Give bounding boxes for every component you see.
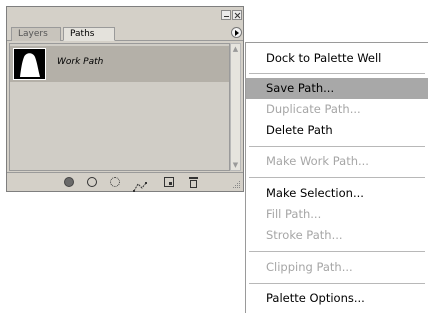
resize-grip-icon[interactable] — [231, 179, 241, 189]
trash-icon[interactable] — [189, 177, 198, 188]
menu-item-delete-path[interactable]: Delete Path — [246, 120, 428, 141]
menu-item-dock-to-palette-well[interactable]: Dock to Palette Well — [246, 48, 428, 69]
palette-menu-arrow-icon[interactable] — [231, 27, 242, 38]
menu-item-duplicate-path: Duplicate Path... — [266, 102, 361, 116]
scroll-up-icon[interactable]: ▲ — [232, 45, 239, 53]
paths-list: Work Path — [9, 43, 230, 171]
paths-palette: Layers Paths Work Path ▲ ▼ — [6, 6, 244, 192]
path-name: Work Path — [57, 57, 104, 67]
make-work-path-icon[interactable] — [133, 177, 149, 192]
menu-item-clipping-path: Clipping Path... — [266, 260, 353, 274]
path-row-work-path[interactable]: Work Path — [10, 46, 229, 82]
fill-path-icon[interactable] — [64, 177, 74, 187]
palette-context-menu: Dock to Palette Well Save Path... Duplic… — [245, 42, 428, 313]
menu-item-make-work-path: Make Work Path... — [266, 154, 369, 168]
menu-item-save-path[interactable]: Save Path... — [246, 78, 428, 99]
menu-item-stroke-path: Stroke Path... — [266, 228, 343, 242]
menu-item-palette-options[interactable]: Palette Options... — [246, 288, 428, 309]
menu-separator — [249, 177, 425, 178]
menu-separator — [249, 146, 425, 147]
menu-separator — [249, 73, 425, 74]
menu-separator — [249, 251, 425, 252]
minimize-icon[interactable] — [221, 10, 231, 20]
tab-strip: Layers Paths — [7, 25, 243, 41]
scroll-down-icon[interactable]: ▼ — [232, 161, 239, 169]
new-path-icon[interactable] — [164, 177, 174, 187]
load-selection-icon[interactable] — [110, 177, 120, 187]
menu-item-fill-path: Fill Path... — [266, 207, 322, 221]
path-shape-icon — [20, 53, 40, 77]
tab-paths[interactable]: Paths — [63, 27, 115, 41]
path-thumbnail — [13, 48, 46, 80]
scrollbar[interactable]: ▲ ▼ — [230, 43, 241, 171]
menu-item-make-selection[interactable]: Make Selection... — [246, 183, 428, 204]
menu-separator — [249, 283, 425, 284]
palette-titlebar[interactable] — [7, 7, 243, 25]
close-icon[interactable] — [232, 10, 242, 20]
palette-bottom-bar — [7, 172, 243, 192]
stroke-path-icon[interactable] — [87, 177, 97, 187]
tab-layers[interactable]: Layers — [11, 27, 61, 41]
